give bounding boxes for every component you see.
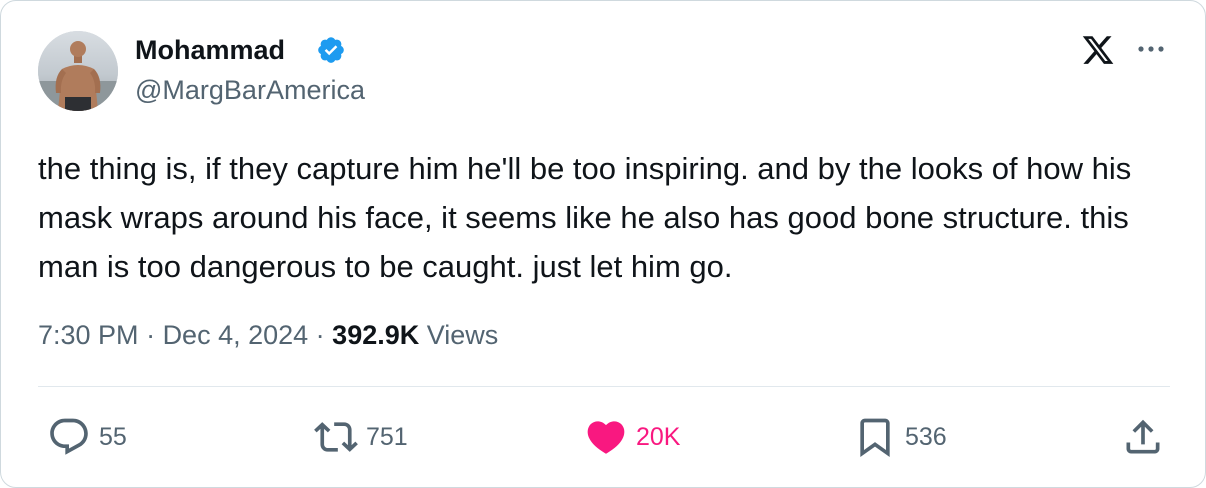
meta-separator: ·	[138, 320, 163, 350]
share-button[interactable]	[1121, 415, 1165, 459]
repost-button[interactable]: 751	[314, 415, 408, 459]
share-icon	[1126, 419, 1160, 454]
divider	[38, 386, 1170, 387]
meta-separator: ·	[308, 320, 333, 350]
tweet-time[interactable]: 7:30 PM	[38, 320, 139, 350]
heart-icon	[587, 421, 625, 454]
author-name[interactable]: Mohammad	[135, 34, 285, 66]
tweet-card: Mohammad @MargBarAmerica the thing is, i…	[0, 0, 1206, 488]
tweet-meta: 7:30 PM · Dec 4, 2024 · 392.9K Views	[38, 317, 498, 353]
avatar[interactable]	[38, 31, 118, 111]
tweet-text: the thing is, if they capture him he'll …	[38, 151, 1132, 284]
bookmark-count: 536	[905, 423, 947, 451]
reply-button[interactable]: 55	[47, 415, 127, 459]
like-button[interactable]: 20K	[584, 415, 680, 459]
more-icon[interactable]	[1133, 31, 1169, 67]
verified-badge-icon	[318, 37, 344, 63]
views-label: Views	[419, 320, 499, 350]
repost-icon	[314, 422, 358, 452]
views-count[interactable]: 392.9K	[332, 320, 419, 350]
reply-count: 55	[99, 423, 127, 451]
repost-count: 751	[366, 423, 408, 451]
bookmark-button[interactable]: 536	[853, 415, 947, 459]
tweet-date[interactable]: Dec 4, 2024	[163, 320, 309, 350]
author-handle[interactable]: @MargBarAmerica	[135, 74, 365, 106]
bookmark-icon	[860, 418, 890, 458]
like-count: 20K	[636, 423, 681, 451]
reply-icon	[50, 418, 88, 455]
avatar-image	[38, 31, 118, 111]
x-logo-icon[interactable]	[1081, 33, 1115, 67]
